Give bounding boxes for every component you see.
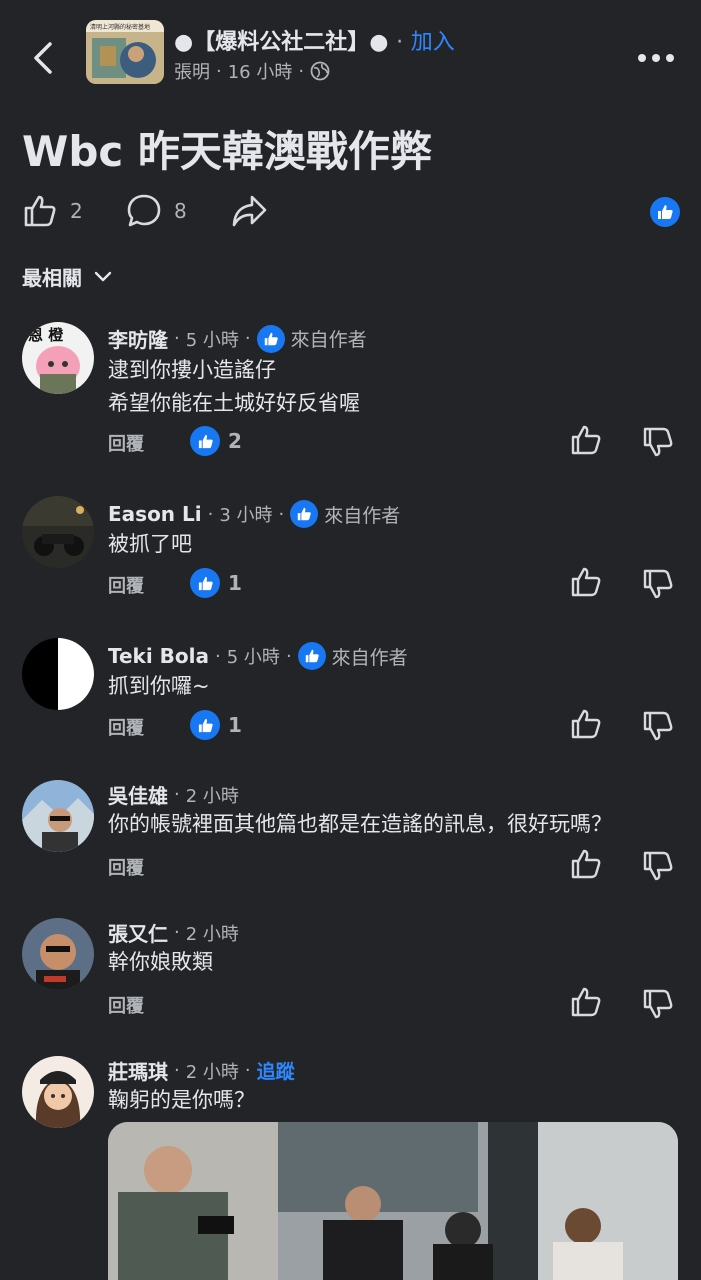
commenter-name[interactable]: 張又仁	[108, 918, 168, 947]
join-link[interactable]: 加入	[411, 30, 455, 55]
like-count: 2	[70, 199, 83, 223]
separator: ·	[174, 922, 180, 943]
separator: ·	[216, 60, 222, 82]
upvote-thumbs-up-icon[interactable]	[570, 424, 602, 456]
separator: ·	[174, 1060, 180, 1081]
downvote-thumbs-down-icon[interactable]	[642, 426, 674, 458]
comment-time: 2 小時	[185, 785, 239, 807]
comment-time: 3 小時	[219, 505, 273, 526]
avatar[interactable]	[22, 496, 94, 568]
separator: ·	[278, 503, 285, 525]
avatar[interactable]: 恩 橙	[22, 322, 94, 394]
downvote-thumbs-down-icon[interactable]	[642, 710, 674, 742]
reply-button[interactable]: 回覆	[108, 714, 144, 740]
comment-text: 抓到你囉~	[108, 674, 210, 698]
comment-text: 逮到你摟小造謠仔	[108, 358, 276, 382]
thumbs-up-icon	[658, 205, 673, 219]
like-button[interactable]: 2	[22, 188, 83, 234]
avatar[interactable]	[22, 638, 94, 710]
comment-time: 2 小時	[185, 1061, 239, 1083]
from-author-label: 來自作者	[331, 646, 408, 669]
reply-button[interactable]: 回覆	[108, 430, 144, 456]
comment-attached-photo[interactable]	[108, 1122, 678, 1280]
author-like-icon	[256, 324, 285, 353]
comment-bubble-icon	[127, 194, 161, 227]
thumb-caption: 清明上河縣的秘密基地	[90, 23, 150, 31]
avatar-text: 恩 橙	[28, 326, 64, 344]
commenter-name[interactable]: 李昉隆	[108, 324, 168, 353]
downvote-thumbs-down-icon[interactable]	[642, 568, 674, 600]
post-header: 清明上河縣的秘密基地 ●【爆料公社二社】● · 加入 張明 · 16 小時 ·	[0, 0, 701, 100]
reaction-count: 1	[228, 713, 242, 737]
commenter-name[interactable]: 吳佳雄	[108, 780, 168, 809]
reply-button[interactable]: 回覆	[108, 992, 144, 1018]
reply-button[interactable]: 回覆	[108, 572, 144, 598]
separator: ·	[207, 503, 214, 525]
separator: ·	[396, 30, 404, 55]
reaction-like-badge[interactable]	[650, 197, 680, 227]
author-like-icon	[297, 642, 326, 670]
post-title: Wbc 昨天韓澳戰作弊	[22, 127, 432, 176]
back-chevron-icon[interactable]	[24, 34, 60, 82]
comment-time: 5 小時	[185, 329, 239, 351]
reaction-count: 2	[228, 429, 242, 453]
commenter-name[interactable]: 莊瑪琪	[108, 1056, 168, 1085]
separator: ·	[285, 645, 292, 667]
comment-text: 鞠躬的是你嗎？	[108, 1088, 255, 1112]
share-button[interactable]	[230, 188, 268, 234]
separator: ·	[244, 1060, 251, 1081]
comment-text: 被抓了吧	[108, 532, 192, 556]
comment-reactions[interactable]: 1	[190, 710, 242, 740]
downvote-thumbs-down-icon[interactable]	[642, 850, 674, 882]
thumbs-up-icon	[24, 195, 56, 227]
like-reaction-icon	[190, 426, 220, 456]
from-author-label: 來自作者	[290, 329, 367, 351]
comment-text: 幹你娘敗類	[108, 950, 213, 974]
reaction-count: 1	[228, 571, 242, 595]
comment-count: 8	[174, 199, 187, 223]
separator: ·	[215, 645, 221, 667]
avatar[interactable]	[22, 780, 94, 852]
author-like-icon	[290, 500, 319, 528]
upvote-thumbs-up-icon[interactable]	[570, 708, 602, 740]
separator: ·	[174, 784, 180, 805]
separator: ·	[298, 60, 305, 82]
comment-time: 5 小時	[226, 647, 280, 668]
more-dots-icon[interactable]	[638, 48, 678, 68]
upvote-thumbs-up-icon[interactable]	[570, 848, 602, 880]
downvote-thumbs-down-icon[interactable]	[642, 988, 674, 1020]
like-reaction-icon	[190, 710, 220, 740]
sort-dropdown[interactable]: 最相關	[22, 262, 112, 291]
post-actions: 2 8	[0, 188, 701, 234]
separator: ·	[174, 328, 180, 349]
avatar[interactable]	[22, 918, 94, 990]
globe-icon	[310, 61, 330, 81]
upvote-thumbs-up-icon[interactable]	[570, 986, 602, 1018]
commenter-name[interactable]: Eason Li	[108, 502, 202, 526]
comment-text: 希望你能在土城好好反省喔	[108, 391, 360, 415]
comment-text: 你的帳號裡面其他篇也都是在造謠的訊息，很好玩嗎？	[108, 812, 612, 836]
follow-link[interactable]: 追蹤	[257, 1057, 295, 1084]
avatar[interactable]	[22, 1056, 94, 1128]
sort-label: 最相關	[22, 266, 82, 290]
comment-reactions[interactable]: 2	[190, 426, 242, 456]
share-arrow-icon	[232, 195, 267, 227]
group-name[interactable]: ●【爆料公社二社】●	[174, 30, 388, 55]
comment-reactions[interactable]: 1	[190, 568, 242, 598]
post-meta: 張明 · 16 小時 ·	[174, 58, 330, 84]
group-thumbnail[interactable]: 清明上河縣的秘密基地	[86, 20, 164, 84]
post-time: 16 小時	[227, 62, 293, 83]
reply-button[interactable]: 回覆	[108, 854, 144, 880]
post-author[interactable]: 張明	[174, 58, 210, 84]
separator: ·	[244, 328, 251, 349]
commenter-name[interactable]: Teki Bola	[108, 644, 209, 668]
chevron-down-icon	[94, 271, 112, 281]
upvote-thumbs-up-icon[interactable]	[570, 566, 602, 598]
comment-time: 2 小時	[185, 923, 239, 945]
comment-button[interactable]: 8	[126, 188, 187, 234]
from-author-label: 來自作者	[324, 504, 401, 527]
like-reaction-icon	[190, 568, 220, 598]
